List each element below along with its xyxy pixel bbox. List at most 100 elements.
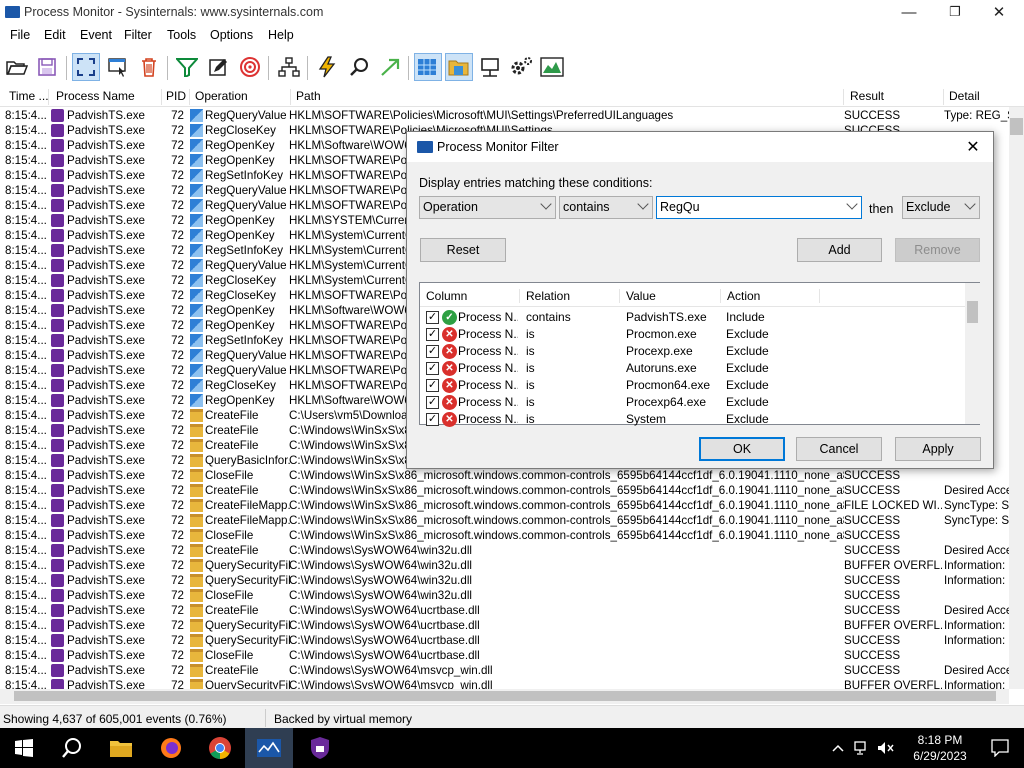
table-row[interactable]: 8:15:4... PadvishTS.exe 72 QuerySecurityFil… xyxy=(0,678,1010,689)
reset-button[interactable]: Reset xyxy=(420,238,506,262)
filter-row[interactable]: ✓ ✕ Process N... is Procmon64.exe Exclude xyxy=(420,377,965,394)
close-button[interactable]: ✕ xyxy=(976,0,1022,24)
remove-button[interactable]: Remove xyxy=(895,238,980,262)
taskbar-clock[interactable]: 8:18 PM 6/29/2023 xyxy=(902,732,978,764)
filter-enabled-checkbox[interactable]: ✓ xyxy=(426,328,439,341)
filter-list-scroll-thumb[interactable] xyxy=(967,301,978,323)
relation-select[interactable]: contains xyxy=(559,196,653,219)
filter-enabled-checkbox[interactable]: ✓ xyxy=(426,396,439,409)
filter-enabled-checkbox[interactable]: ✓ xyxy=(426,311,439,324)
filesystem-operation-icon xyxy=(190,469,203,482)
filter-row[interactable]: ✓ ✕ Process N... is System Exclude xyxy=(420,411,965,428)
file-explorer-icon[interactable] xyxy=(97,728,145,768)
header-time[interactable]: Time ... xyxy=(5,89,49,105)
table-row[interactable]: 8:15:4... PadvishTS.exe 72 CreateFile C:\Win… xyxy=(0,483,1010,498)
header-process-name[interactable]: Process Name xyxy=(52,89,162,105)
cell-time: 8:15:4... xyxy=(5,424,47,437)
cancel-button[interactable]: Cancel xyxy=(796,437,882,461)
show-registry-icon[interactable] xyxy=(414,53,442,81)
header-detail[interactable]: Detail xyxy=(945,89,1010,105)
table-row[interactable]: 8:15:4... PadvishTS.exe 72 CloseFile C:\Wind… xyxy=(0,648,1010,663)
firefox-icon[interactable] xyxy=(147,728,195,768)
table-row[interactable]: 8:15:4... PadvishTS.exe 72 QuerySecurityFil… xyxy=(0,633,1010,648)
apply-button[interactable]: Apply xyxy=(895,437,981,461)
filter-row[interactable]: ✓ ✕ Process N... is Procexp.exe Exclude xyxy=(420,343,965,360)
include-process-icon[interactable] xyxy=(236,53,264,81)
menu-file[interactable]: File xyxy=(10,28,30,42)
network-icon[interactable] xyxy=(852,728,872,768)
table-row[interactable]: 8:15:4... PadvishTS.exe 72 CreateFile C:\Win… xyxy=(0,663,1010,678)
volume-muted-icon[interactable] xyxy=(874,728,898,768)
header-result[interactable]: Result xyxy=(846,89,944,105)
menu-event[interactable]: Event xyxy=(80,28,112,42)
filter-header-relation[interactable]: Relation xyxy=(520,289,620,303)
add-button[interactable]: Add xyxy=(797,238,882,262)
table-row[interactable]: 8:15:4... PadvishTS.exe 72 CloseFile C:\Wind… xyxy=(0,528,1010,543)
table-row[interactable]: 8:15:4... PadvishTS.exe 72 QuerySecurityFil… xyxy=(0,618,1010,633)
table-row[interactable]: 8:15:4... PadvishTS.exe 72 CreateFile C:\Win… xyxy=(0,543,1010,558)
menu-filter[interactable]: Filter xyxy=(124,28,152,42)
filter-row[interactable]: ✓ ✕ Process N... is Procmon.exe Exclude xyxy=(420,326,965,343)
maximize-button[interactable]: ❐ xyxy=(932,0,978,24)
menu-options[interactable]: Options xyxy=(210,28,253,42)
header-pid[interactable]: PID xyxy=(162,89,190,105)
table-row[interactable]: 8:15:4... PadvishTS.exe 72 CreateFile C:\Win… xyxy=(0,603,1010,618)
filter-row[interactable]: ✓ ✓ Process N... contains PadvishTS.exe Inclu… xyxy=(420,309,965,326)
filter-row[interactable]: ✓ ✕ Process N... is Autoruns.exe Exclude xyxy=(420,360,965,377)
autoscroll-icon[interactable] xyxy=(104,53,132,81)
menu-edit[interactable]: Edit xyxy=(44,28,66,42)
table-row[interactable]: 8:15:4... PadvishTS.exe 72 CloseFile C:\Wind… xyxy=(0,588,1010,603)
cell-result: SUCCESS xyxy=(844,544,901,557)
table-row[interactable]: 8:15:4... PadvishTS.exe 72 RegQueryValue HKL… xyxy=(0,108,1010,123)
jump-to-icon[interactable] xyxy=(376,53,404,81)
padvish-icon[interactable] xyxy=(296,728,344,768)
show-network-icon[interactable] xyxy=(476,53,504,81)
table-row[interactable]: 8:15:4... PadvishTS.exe 72 QuerySecurityFil… xyxy=(0,558,1010,573)
menu-tools[interactable]: Tools xyxy=(167,28,196,42)
value-input[interactable]: RegQu xyxy=(656,196,862,219)
filter-enabled-checkbox[interactable]: ✓ xyxy=(426,362,439,375)
grid-horizontal-scroll-thumb[interactable] xyxy=(14,691,996,701)
open-icon[interactable] xyxy=(3,53,31,81)
header-path[interactable]: Path xyxy=(292,89,844,105)
save-icon[interactable] xyxy=(33,53,61,81)
filter-header-column[interactable]: Column xyxy=(420,289,520,303)
filter-cell-column: Process N... xyxy=(458,310,518,324)
grid-vertical-scrollbar[interactable] xyxy=(1009,107,1024,689)
table-row[interactable]: 8:15:4... PadvishTS.exe 72 QuerySecurityFil… xyxy=(0,573,1010,588)
show-process-thread-icon[interactable] xyxy=(507,53,535,81)
show-hidden-icons[interactable] xyxy=(828,728,848,768)
show-filesystem-icon[interactable] xyxy=(445,53,473,81)
filter-enabled-checkbox[interactable]: ✓ xyxy=(426,413,439,426)
clear-icon[interactable] xyxy=(135,53,163,81)
chrome-icon[interactable] xyxy=(196,728,244,768)
column-select[interactable]: Operation xyxy=(419,196,556,219)
procmon-icon[interactable] xyxy=(245,728,293,768)
table-row[interactable]: 8:15:4... PadvishTS.exe 72 CreateFileMapp..… xyxy=(0,513,1010,528)
header-operation[interactable]: Operation xyxy=(191,89,291,105)
menu-help[interactable]: Help xyxy=(268,28,294,42)
filter-header-action[interactable]: Action xyxy=(721,289,820,303)
capture-icon[interactable] xyxy=(72,53,100,81)
filter-cell-column: Process N... xyxy=(458,344,518,358)
filter-enabled-checkbox[interactable]: ✓ xyxy=(426,379,439,392)
find-icon[interactable] xyxy=(345,53,373,81)
grid-vertical-scroll-thumb[interactable] xyxy=(1010,118,1023,135)
notifications-icon[interactable] xyxy=(976,728,1024,768)
filter-row[interactable]: ✓ ✕ Process N... is Procexp64.exe Exclude xyxy=(420,394,965,411)
show-profiling-icon[interactable] xyxy=(538,53,566,81)
minimize-button[interactable]: — xyxy=(886,0,932,24)
filter-header-value[interactable]: Value xyxy=(620,289,721,303)
filter-dialog-close-button[interactable]: ✕ xyxy=(953,132,993,162)
table-row[interactable]: 8:15:4... PadvishTS.exe 72 CloseFile C:\Wind… xyxy=(0,468,1010,483)
start-icon[interactable] xyxy=(0,728,48,768)
search-icon[interactable] xyxy=(48,728,96,768)
action-select[interactable]: Exclude xyxy=(902,196,980,219)
event-properties-icon[interactable] xyxy=(313,53,341,81)
highlight-icon[interactable] xyxy=(204,53,232,81)
filter-enabled-checkbox[interactable]: ✓ xyxy=(426,345,439,358)
filter-icon[interactable] xyxy=(173,53,201,81)
process-tree-icon[interactable] xyxy=(275,53,303,81)
ok-button[interactable]: OK xyxy=(699,437,785,461)
table-row[interactable]: 8:15:4... PadvishTS.exe 72 CreateFileMapp..… xyxy=(0,498,1010,513)
